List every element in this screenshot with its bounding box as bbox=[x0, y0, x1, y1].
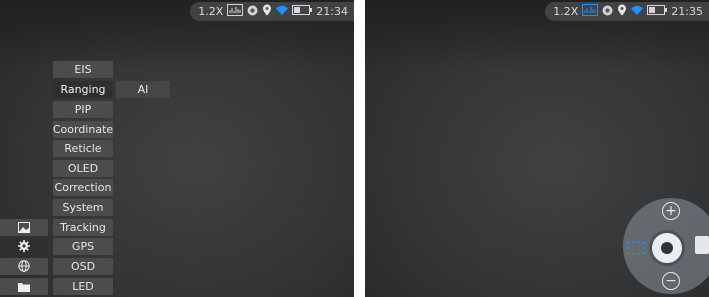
menu-item-ranging[interactable]: Ranging bbox=[53, 81, 113, 98]
menu-item-system[interactable]: System bbox=[53, 199, 113, 216]
image-icon bbox=[18, 218, 30, 237]
wifi-icon bbox=[631, 5, 644, 18]
battery-icon bbox=[647, 5, 668, 18]
target-icon bbox=[247, 5, 258, 19]
menu-item-oled[interactable]: OLED bbox=[53, 160, 113, 177]
menu-item-tracking[interactable]: Tracking bbox=[53, 219, 113, 236]
histogram-icon bbox=[227, 4, 244, 19]
target-icon bbox=[602, 5, 613, 19]
menu-item-gps[interactable]: GPS bbox=[53, 238, 113, 255]
location-pin-icon bbox=[262, 4, 272, 19]
shutter-button[interactable] bbox=[649, 230, 685, 266]
status-bar: 1.2X 21:35 bbox=[545, 2, 709, 21]
clock-time: 21:34 bbox=[316, 5, 348, 18]
globe-icon bbox=[18, 257, 30, 276]
settings-button[interactable] bbox=[0, 238, 48, 255]
menu-item-reticle[interactable]: Reticle bbox=[53, 140, 113, 157]
zoom-level: 1.2X bbox=[198, 5, 224, 18]
right-screen: 1.2X 21:35 + − bbox=[365, 0, 709, 297]
zoom-out-button[interactable]: − bbox=[662, 272, 680, 290]
menu-item-pip[interactable]: PIP bbox=[53, 101, 113, 118]
submenu-item-ai[interactable]: AI bbox=[116, 81, 170, 98]
mode-switch-icon[interactable] bbox=[695, 236, 709, 254]
zoom-out-icon: − bbox=[665, 273, 677, 289]
menu-item-correction[interactable]: Correction bbox=[53, 179, 113, 196]
aperture-icon bbox=[661, 242, 673, 254]
folder-icon bbox=[18, 277, 30, 296]
photo-mode-icon[interactable] bbox=[627, 242, 645, 254]
histogram-icon bbox=[582, 4, 599, 19]
location-pin-icon bbox=[617, 4, 627, 19]
battery-icon bbox=[292, 5, 313, 18]
left-screen: 1.2X 21:34 EIS Ranging PIP Coordinate Re… bbox=[0, 0, 354, 297]
gallery-button[interactable] bbox=[0, 219, 48, 236]
zoom-in-button[interactable]: + bbox=[662, 202, 680, 220]
zoom-level: 1.2X bbox=[553, 5, 579, 18]
globe-button[interactable] bbox=[0, 258, 48, 275]
clock-time: 21:35 bbox=[671, 5, 703, 18]
status-bar: 1.2X 21:34 bbox=[190, 2, 354, 21]
wifi-icon bbox=[276, 5, 289, 18]
gear-icon bbox=[18, 237, 30, 256]
folder-button[interactable] bbox=[0, 278, 48, 295]
menu-item-led[interactable]: LED bbox=[53, 278, 113, 295]
menu-item-coordinate[interactable]: Coordinate bbox=[53, 121, 113, 138]
zoom-in-icon: + bbox=[665, 203, 677, 219]
menu-item-eis[interactable]: EIS bbox=[53, 61, 113, 78]
menu-item-osd[interactable]: OSD bbox=[53, 258, 113, 275]
